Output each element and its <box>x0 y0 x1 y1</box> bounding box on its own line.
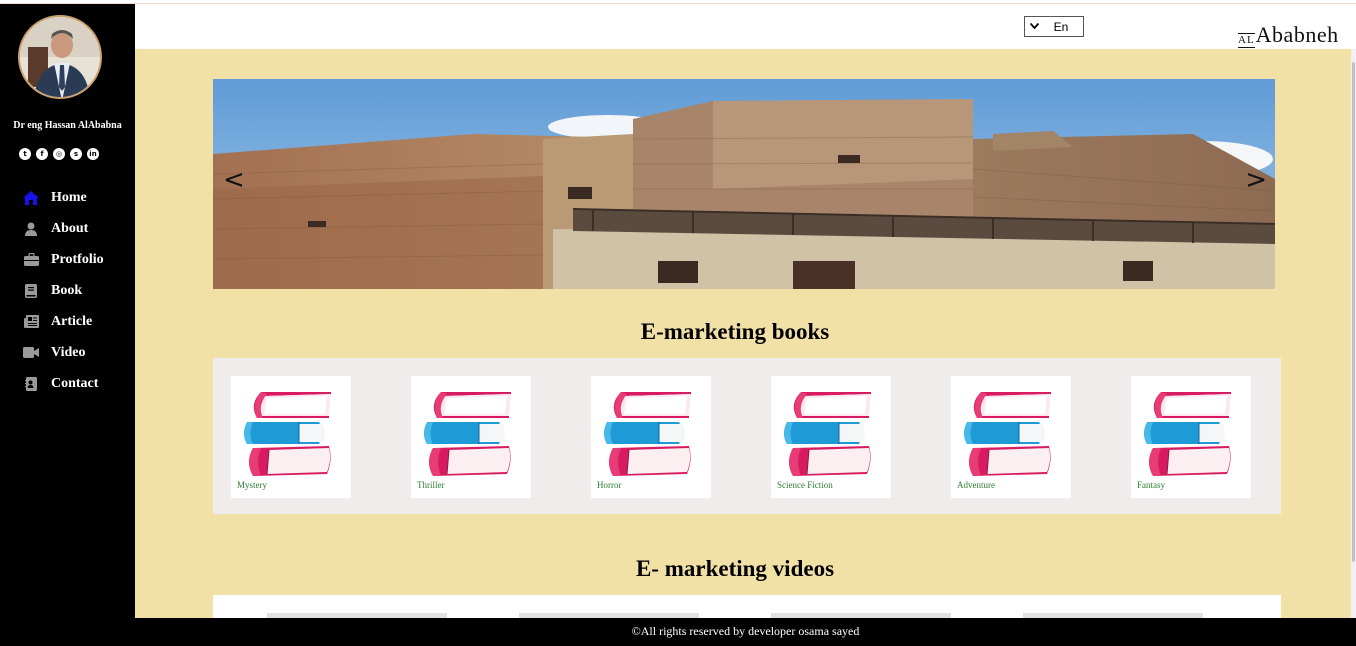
sidebar-item-label: About <box>51 220 89 236</box>
book-card-science-fiction[interactable]: Science Fiction <box>771 376 891 498</box>
castle-image <box>213 79 1275 289</box>
book-label: Adventure <box>957 480 995 490</box>
sidebar-item-article[interactable]: Article <box>0 306 135 337</box>
sidebar-item-book[interactable]: Book <box>0 275 135 306</box>
sidebar-nav: Home About Protfolio Book Article Video … <box>0 182 135 399</box>
sidebar-item-about[interactable]: About <box>0 213 135 244</box>
sidebar-item-label: Book <box>51 282 83 298</box>
books-stack-icon <box>963 391 1052 477</box>
videos-list <box>213 595 1281 618</box>
books-list: Mystery Thriller Horror Science Fiction … <box>213 358 1281 514</box>
twitter-icon[interactable]: t <box>19 148 31 160</box>
videos-section-title: E- marketing videos <box>635 556 835 581</box>
user-icon <box>23 221 39 237</box>
sidebar: Dr eng Hassan AlAbabna t f ◎ s in Home A… <box>0 4 135 618</box>
newspaper-icon <box>23 314 39 330</box>
books-stack-icon <box>423 391 512 477</box>
chevron-down-icon <box>1025 21 1043 32</box>
book-label: Thriller <box>417 480 445 490</box>
slider-next-button[interactable]: > <box>1245 165 1267 195</box>
footer-copyright: ©All rights reserved by developer osama … <box>631 624 860 638</box>
language-value: En <box>1053 19 1069 34</box>
book-card-adventure[interactable]: Adventure <box>951 376 1071 498</box>
contact-card-icon <box>23 376 39 392</box>
social-links: t f ◎ s in <box>19 148 99 160</box>
avatar <box>18 15 102 99</box>
briefcase-icon <box>23 252 39 268</box>
logo-prefix: AL <box>1238 33 1255 48</box>
home-icon <box>23 190 39 206</box>
main-content: < > E-marketing books Mystery Thriller H… <box>135 49 1351 618</box>
book-label: Fantasy <box>1137 480 1165 490</box>
books-stack-icon <box>1143 391 1232 477</box>
language-select[interactable]: En <box>1024 16 1084 37</box>
book-label: Mystery <box>237 480 267 490</box>
hero-slider: < > <box>213 79 1275 289</box>
sidebar-item-label: Video <box>51 344 86 360</box>
linkedin-icon[interactable]: in <box>87 148 99 160</box>
book-card-thriller[interactable]: Thriller <box>411 376 531 498</box>
books-stack-icon <box>243 391 332 477</box>
sidebar-item-label: Protfolio <box>51 251 104 267</box>
video-icon <box>23 345 39 361</box>
book-icon <box>23 283 39 299</box>
book-card-mystery[interactable]: Mystery <box>231 376 351 498</box>
book-card-horror[interactable]: Horror <box>591 376 711 498</box>
sidebar-item-label: Contact <box>51 375 99 391</box>
footer: ©All rights reserved by developer osama … <box>135 618 1356 646</box>
footer-left-strip <box>0 618 135 646</box>
books-stack-icon <box>603 391 692 477</box>
books-section-title: E-marketing books <box>640 319 830 344</box>
book-label: Horror <box>597 480 622 490</box>
sidebar-item-contact[interactable]: Contact <box>0 368 135 399</box>
header-bar: En AL Ababneh <box>135 4 1356 49</box>
slider-prev-button[interactable]: < <box>223 165 245 195</box>
book-card-fantasy[interactable]: Fantasy <box>1131 376 1251 498</box>
sidebar-item-label: Home <box>51 189 87 205</box>
sidebar-item-home[interactable]: Home <box>0 182 135 213</box>
sidebar-item-label: Article <box>51 313 93 329</box>
site-logo[interactable]: AL Ababneh <box>1238 22 1339 48</box>
facebook-icon[interactable]: f <box>36 148 48 160</box>
author-name: Dr eng Hassan AlAbabna <box>13 120 122 131</box>
scrollbar-thumb[interactable] <box>1352 62 1355 562</box>
instagram-icon[interactable]: ◎ <box>53 148 65 160</box>
sidebar-item-video[interactable]: Video <box>0 337 135 368</box>
books-stack-icon <box>783 391 872 477</box>
book-label: Science Fiction <box>777 480 833 490</box>
sidebar-item-portfolio[interactable]: Protfolio <box>0 244 135 275</box>
logo-name: Ababneh <box>1255 22 1339 47</box>
skype-icon[interactable]: s <box>70 148 82 160</box>
